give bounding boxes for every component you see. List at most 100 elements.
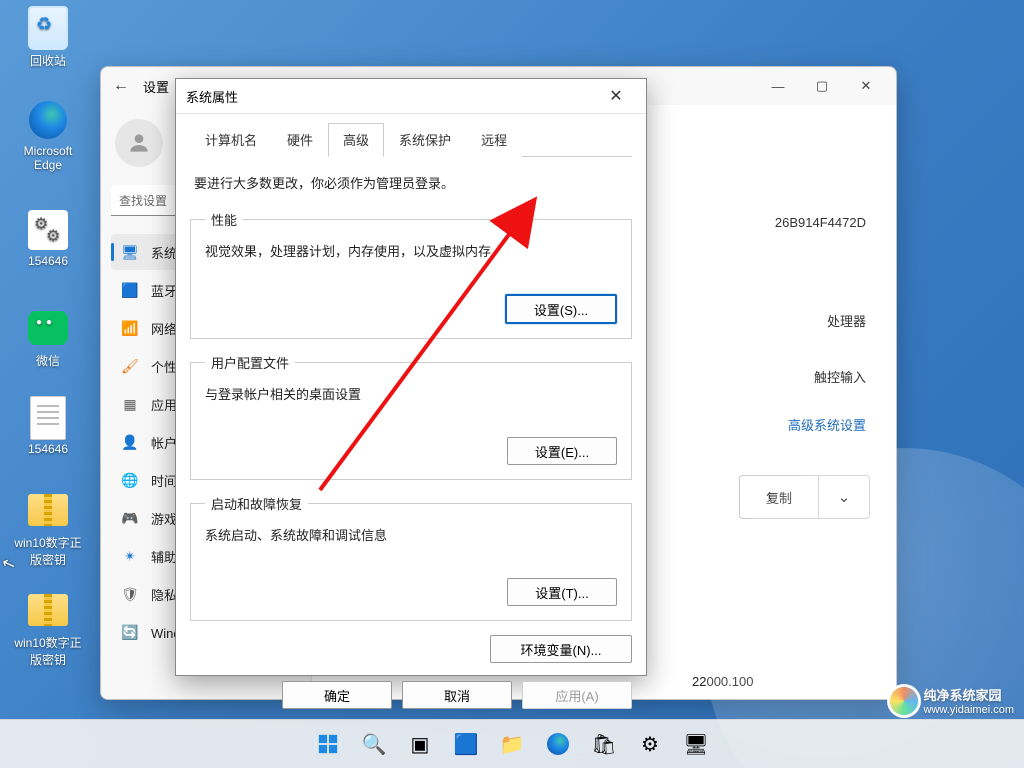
startup-recovery-group: 启动和故障恢复 系统启动、系统故障和调试信息 设置(T)... — [190, 494, 632, 621]
tab-system-protection[interactable]: 系统保护 — [384, 123, 466, 157]
apps-icon: ▦ — [121, 395, 139, 413]
desktop-icon-zip-1[interactable]: win10数字正版密钥 — [10, 490, 86, 568]
dialog-title: 系统属性 — [186, 87, 238, 106]
wifi-icon: 📶 — [121, 319, 139, 337]
sidebar-item-label: 应用 — [151, 395, 177, 414]
person-icon: 👤 — [121, 433, 139, 451]
avatar — [115, 119, 163, 167]
accessibility-icon: ✴ — [121, 547, 139, 565]
text-file-icon — [30, 396, 66, 440]
tab-remote[interactable]: 远程 — [466, 123, 522, 157]
copy-button[interactable]: 复制 — [739, 475, 818, 519]
sidebar-item-label: 隐私 — [151, 585, 177, 604]
ok-button[interactable]: 确定 — [282, 681, 392, 709]
startup-recovery-settings-button[interactable]: 设置(T)... — [507, 578, 617, 606]
settings-title: 设置 — [143, 77, 169, 96]
edge-icon — [29, 101, 67, 139]
sidebar-item-label: 帐户 — [151, 433, 177, 452]
taskbar-search-button[interactable]: 🔍 — [354, 724, 394, 764]
minimize-button[interactable]: — — [756, 71, 800, 101]
taskbar-task-view-button[interactable]: ▣ — [400, 724, 440, 764]
desktop-icon-recycle-bin[interactable]: 回收站 — [10, 8, 86, 69]
desktop-icon-label: win10数字正版密钥 — [10, 634, 86, 668]
desktop-icon-zip-2[interactable]: win10数字正版密钥 — [10, 590, 86, 668]
bluetooth-icon: 🟦 — [121, 281, 139, 299]
taskbar-settings-button[interactable]: ⚙ — [630, 724, 670, 764]
taskbar-explorer-button[interactable]: 📁 — [492, 724, 532, 764]
tab-computer-name[interactable]: 计算机名 — [190, 123, 272, 157]
desktop-icon-batch-file[interactable]: 154646 — [10, 210, 86, 268]
wechat-icon — [28, 311, 68, 345]
gears-icon — [28, 210, 68, 250]
windows-icon — [317, 733, 339, 755]
gear-icon: ⚙ — [641, 732, 659, 757]
store-icon: 🛍 — [591, 732, 616, 757]
edge-icon — [547, 733, 569, 755]
user-profile-legend: 用户配置文件 — [205, 353, 295, 372]
performance-desc: 视觉效果，处理器计划，内存使用，以及虚拟内存 — [205, 241, 617, 260]
dialog-titlebar[interactable]: 系统属性 ✕ — [176, 79, 646, 114]
taskbar-edge-button[interactable] — [538, 724, 578, 764]
search-icon: 🔍 — [362, 732, 387, 757]
user-profile-settings-button[interactable]: 设置(E)... — [507, 437, 617, 465]
taskbar-widgets-button[interactable]: 🟦 — [446, 724, 486, 764]
monitor-icon: 🖥 — [121, 243, 139, 261]
device-id-text: 26B914F4472D — [775, 215, 866, 230]
taskbar-store-button[interactable]: 🛍 — [584, 724, 624, 764]
tab-hardware[interactable]: 硬件 — [272, 123, 328, 157]
sidebar-item-label: 时间 — [151, 471, 177, 490]
sidebar-item-label: 辅助 — [151, 547, 177, 566]
desktop-icon-wechat[interactable]: 微信 — [10, 308, 86, 369]
shield-icon: 🛡 — [121, 585, 139, 603]
watermark: 纯净系统家园 www.yidaimei.com — [890, 685, 1014, 716]
desktop-icon-text-file[interactable]: 154646 — [10, 398, 86, 456]
user-profile-desc: 与登录帐户相关的桌面设置 — [205, 384, 617, 403]
environment-variables-button[interactable]: 环境变量(N)... — [490, 635, 632, 663]
sidebar-item-label: 蓝牙 — [151, 281, 177, 300]
desktop-icon-label: win10数字正版密钥 — [10, 534, 86, 568]
close-icon: ✕ — [609, 86, 622, 106]
zip-folder-icon — [28, 494, 68, 526]
watermark-title: 纯净系统家园 — [924, 685, 1014, 704]
taskbar-start-button[interactable] — [308, 724, 348, 764]
zip-folder-icon — [28, 594, 68, 626]
advanced-system-settings-link[interactable]: 高级系统设置 — [788, 415, 866, 434]
sidebar-item-label: 个性 — [151, 357, 177, 376]
taskbar-app-button[interactable]: 🖥 — [676, 724, 716, 764]
maximize-button[interactable]: ▢ — [800, 71, 844, 101]
recycle-bin-icon — [28, 6, 68, 50]
cancel-button[interactable]: 取消 — [402, 681, 512, 709]
user-profile-group: 用户配置文件 与登录帐户相关的桌面设置 设置(E)... — [190, 353, 632, 480]
gamepad-icon: 🎮 — [121, 509, 139, 527]
desktop-icon-label: 回收站 — [10, 52, 86, 69]
build-number: 22000.100 — [692, 674, 753, 689]
desktop-icon-label: 154646 — [10, 442, 86, 456]
expand-button[interactable]: ⌄ — [818, 475, 870, 519]
desktop-icon-edge[interactable]: Microsoft Edge — [10, 100, 86, 172]
performance-legend: 性能 — [205, 210, 243, 229]
app-icon: 🖥 — [683, 732, 708, 757]
sidebar-item-label: 网络 — [151, 319, 177, 338]
update-icon: 🔄 — [121, 623, 139, 641]
admin-note: 要进行大多数更改，你必须作为管理员登录。 — [194, 173, 628, 192]
sidebar-item-label: 系统 — [151, 243, 177, 262]
desktop-icon-label: 154646 — [10, 254, 86, 268]
taskbar: 🔍 ▣ 🟦 📁 🛍 ⚙ 🖥 — [0, 719, 1024, 768]
chevron-down-icon: ⌄ — [838, 488, 851, 506]
close-button[interactable]: ✕ — [844, 71, 888, 101]
globe-icon: 🌐 — [121, 471, 139, 489]
dialog-tabs: 计算机名 硬件 高级 系统保护 远程 — [190, 122, 632, 157]
startup-recovery-desc: 系统启动、系统故障和调试信息 — [205, 525, 617, 544]
person-icon — [126, 130, 152, 156]
widgets-icon: 🟦 — [454, 732, 479, 757]
back-button[interactable]: ← — [109, 74, 133, 98]
search-placeholder: 查找设置 — [119, 192, 167, 209]
sidebar-item-label: 游戏 — [151, 509, 177, 528]
tab-advanced[interactable]: 高级 — [328, 123, 384, 157]
performance-group: 性能 视觉效果，处理器计划，内存使用，以及虚拟内存 设置(S)... — [190, 210, 632, 339]
dialog-close-button[interactable]: ✕ — [596, 82, 636, 110]
processor-label: 处理器 — [827, 311, 866, 330]
performance-settings-button[interactable]: 设置(S)... — [505, 294, 617, 324]
folder-icon: 📁 — [500, 732, 525, 757]
apply-button[interactable]: 应用(A) — [522, 681, 632, 709]
